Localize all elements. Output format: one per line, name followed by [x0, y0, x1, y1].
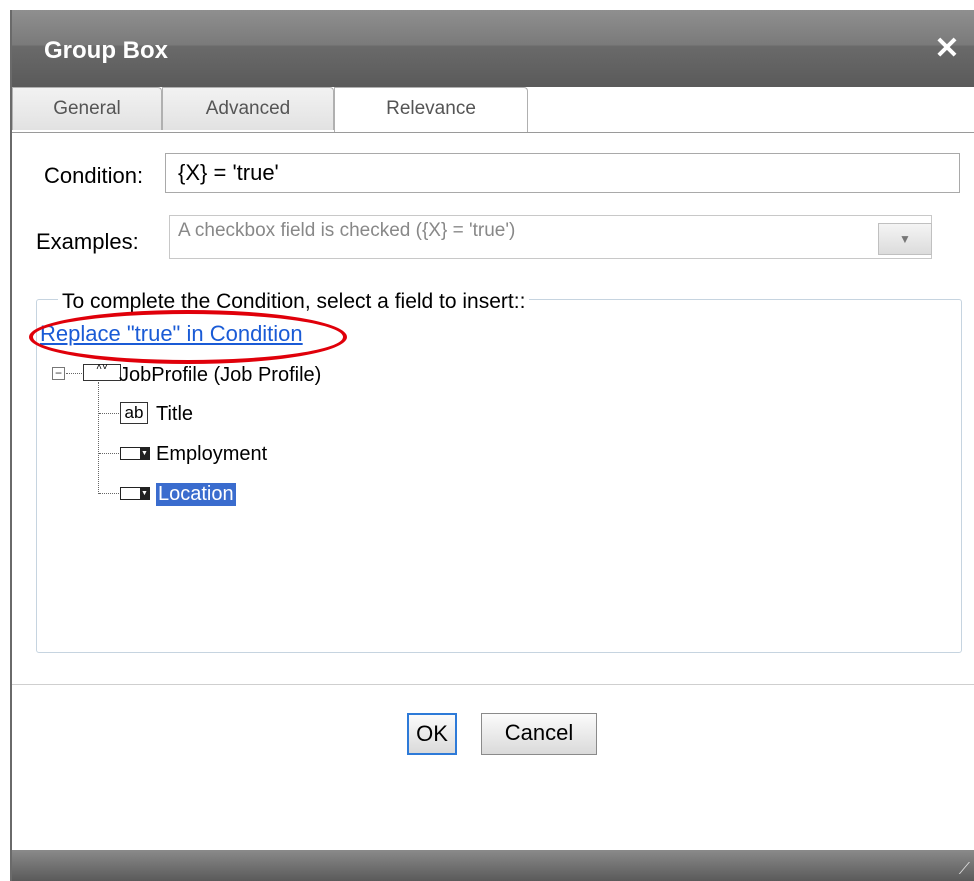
- title-bar[interactable]: Group Box ✕: [12, 10, 974, 87]
- tree-item-location[interactable]: Location: [156, 483, 236, 506]
- examples-selected-value: A checkbox field is checked ({X} = 'true…: [178, 220, 516, 241]
- footer-divider: [12, 684, 974, 685]
- tree-item-employment[interactable]: Employment: [156, 443, 267, 466]
- tab-advanced[interactable]: Advanced: [162, 87, 334, 130]
- condition-label: Condition:: [44, 163, 144, 188]
- dropdown-field-icon: ▼: [120, 447, 150, 460]
- chevron-down-icon[interactable]: ▼: [878, 223, 932, 255]
- tab-relevance[interactable]: Relevance: [334, 87, 528, 132]
- tree-connector: [66, 373, 82, 374]
- text-field-icon: ab: [120, 402, 148, 424]
- tree-root-label[interactable]: JobProfile (Job Profile): [119, 364, 321, 387]
- examples-label: Examples:: [36, 229, 139, 254]
- cancel-button[interactable]: Cancel: [481, 713, 597, 755]
- tree-connector: [99, 493, 119, 494]
- group-box-dialog: Group Box ✕ General Advanced Relevance C…: [10, 10, 974, 881]
- resize-grip-icon[interactable]: ⟋: [959, 861, 970, 879]
- tree-item-title[interactable]: Title: [156, 403, 193, 426]
- close-icon[interactable]: ✕: [932, 34, 962, 64]
- replace-true-link[interactable]: Replace "true" in Condition: [40, 321, 303, 347]
- dialog-title: Group Box: [44, 37, 168, 64]
- tab-general[interactable]: General: [12, 87, 162, 130]
- condition-input[interactable]: [165, 153, 960, 193]
- collapse-icon[interactable]: −: [52, 367, 65, 380]
- tree-connector: [99, 413, 119, 414]
- ok-button[interactable]: OK: [407, 713, 457, 755]
- tab-strip: General Advanced Relevance: [12, 87, 974, 133]
- field-insert-group: [36, 299, 962, 653]
- dropdown-field-icon: ▼: [120, 487, 150, 500]
- examples-select[interactable]: A checkbox field is checked ({X} = 'true…: [169, 215, 932, 259]
- group-icon: ˄˅: [83, 363, 121, 381]
- fieldset-legend: To complete the Condition, select a fiel…: [58, 290, 530, 314]
- tree-connector: [98, 382, 99, 494]
- tree-connector: [99, 453, 119, 454]
- bottom-bar: ⟋: [12, 850, 974, 881]
